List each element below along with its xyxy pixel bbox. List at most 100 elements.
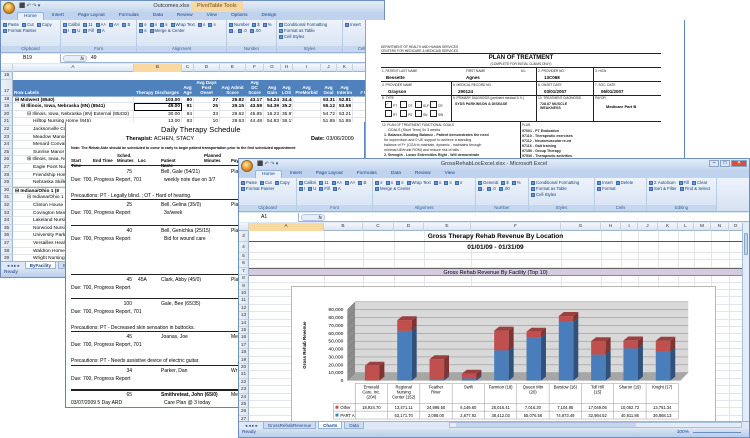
format-painter-button[interactable]: Format Painter — [3, 28, 36, 33]
tab-review[interactable]: Review — [409, 170, 437, 178]
select-all-corner[interactable] — [239, 223, 249, 231]
column-header-C[interactable]: C — [363, 223, 394, 231]
minimize-button[interactable]: – — [709, 160, 719, 167]
column-header-G[interactable]: G — [561, 223, 601, 231]
row-header[interactable]: 32 — [1, 202, 13, 210]
pivot-value-cell[interactable]: 16.23 — [264, 110, 281, 119]
pivot-value-cell[interactable]: 25 — [194, 103, 220, 111]
wrap-text-button[interactable]: Wrap Text — [406, 180, 431, 185]
format-painter-button[interactable]: Format Painter — [241, 186, 274, 191]
row-header[interactable]: 19 — [1, 103, 13, 111]
row-header[interactable]: 29 — [1, 179, 13, 187]
autosum-button[interactable]: Σ AutoSum — [649, 180, 676, 185]
pivot-value-cell[interactable]: 34.44 — [281, 95, 293, 104]
tab-data[interactable]: Data — [385, 170, 407, 178]
pivot-column-header[interactable]: Avg Age — [182, 79, 194, 96]
column-header-N[interactable]: N — [711, 223, 729, 231]
row-header[interactable]: 26 — [239, 408, 249, 416]
item-button[interactable]: , — [478, 186, 484, 191]
tab-formulas[interactable]: Formulas — [351, 170, 383, 178]
type-checkbox-rt[interactable] — [385, 110, 392, 117]
column-header-B[interactable]: B — [324, 223, 363, 231]
pivot-value-cell[interactable]: 29.15 — [220, 103, 246, 111]
item-button[interactable]: ≡ — [385, 180, 393, 185]
row-header[interactable]: 27 — [1, 164, 13, 172]
row-header[interactable]: 14 — [239, 319, 249, 327]
pivot-value-cell[interactable]: 27 — [194, 95, 220, 104]
column-header-B[interactable]: B — [134, 64, 182, 72]
format-button[interactable]: Format — [597, 186, 616, 191]
horizontal-scrollbar[interactable] — [449, 422, 742, 428]
column-header-H[interactable]: H — [601, 223, 621, 231]
column-header-L[interactable]: L — [678, 223, 694, 231]
pivot-column-header[interactable]: Row Labels — [13, 79, 134, 96]
row-header[interactable]: 33 — [1, 209, 13, 218]
item-button[interactable]: ≡ — [139, 28, 147, 33]
column-header-K[interactable]: K — [658, 223, 678, 231]
row-header[interactable]: 35 — [1, 224, 13, 233]
pivot-value-cell[interactable]: 30.00 — [134, 110, 182, 119]
row-header[interactable]: 21 — [1, 118, 13, 126]
row-header[interactable]: 23 — [239, 386, 249, 394]
fx-icon[interactable]: fx — [301, 214, 325, 221]
item-button[interactable]: ≡ — [160, 22, 168, 27]
office-button[interactable] — [3, 2, 15, 14]
pivot-value-cell[interactable]: 29.62 — [220, 110, 246, 119]
pivot-value-cell[interactable] — [293, 110, 321, 119]
copy-button[interactable]: Copy — [274, 180, 290, 185]
type-checkbox-cr[interactable] — [430, 101, 437, 108]
item-button[interactable]: ≡ — [454, 180, 462, 185]
pivot-column-header[interactable]: Avg Interim — [337, 79, 353, 96]
pivot-value-cell[interactable]: 49.00 — [134, 103, 182, 111]
item-button[interactable]: , — [229, 28, 235, 33]
type-checkbox-sn[interactable] — [415, 110, 422, 117]
quick-access-toolbar[interactable]: ⬛ ↶ ↷ ▾ — [257, 161, 278, 167]
tab-insert[interactable]: Insert — [284, 170, 308, 178]
type-checkbox-ps[interactable] — [400, 110, 407, 117]
item-button[interactable]: ≡ — [139, 22, 147, 27]
sheet-tab-data[interactable]: Data — [344, 422, 364, 429]
row-header[interactable]: 17 — [239, 341, 249, 350]
u-button[interactable]: U — [72, 28, 80, 33]
row-header[interactable]: 10 — [239, 290, 249, 298]
row-header[interactable]: 3 — [239, 231, 249, 242]
wrap-text-button[interactable]: Wrap Text — [170, 22, 195, 27]
tab-review[interactable]: Review — [171, 12, 199, 20]
patient-name[interactable]: Bell, Genichka (25/15) — [161, 228, 210, 234]
sheet-nav-arrows[interactable]: ◂ ◂ ▸ ▸ — [4, 262, 23, 269]
type-checkbox-sw[interactable] — [430, 110, 437, 117]
patient-name[interactable]: Clark, Abby (45/0) — [161, 277, 201, 283]
row-header[interactable]: 18 — [1, 95, 13, 104]
insert-button[interactable]: Insert — [345, 22, 361, 27]
pivot-column-header[interactable]: Avg DC Score — [246, 79, 264, 96]
row-header[interactable]: 34 — [1, 217, 13, 225]
clear-button[interactable]: Clear — [692, 180, 707, 185]
column-header-G[interactable]: G — [264, 64, 281, 72]
pivot-value-cell[interactable]: 43.58 — [246, 103, 264, 111]
row-header[interactable]: 13 — [239, 312, 249, 320]
0-button[interactable]: .0 — [238, 28, 247, 33]
pivot-column-header[interactable]: Avg Gain — [264, 79, 281, 96]
find-select-button[interactable]: Find & Select — [679, 186, 710, 191]
office-button[interactable] — [241, 160, 253, 172]
tab-home[interactable]: Home — [17, 12, 44, 20]
column-header-F[interactable]: F — [471, 223, 561, 231]
pivot-column-header[interactable]: Avg PreMorbid — [293, 79, 321, 96]
row-header[interactable]: 17 — [1, 79, 13, 96]
column-header-F[interactable]: F — [246, 64, 264, 72]
sort-filter-button[interactable]: Sort & Filter — [649, 186, 677, 191]
item-button[interactable]: ≡ — [433, 180, 441, 185]
sheet-tab-charts[interactable]: Charts — [318, 422, 343, 429]
vertical-scrollbar[interactable] — [742, 223, 749, 421]
a-button[interactable]: A˄ — [95, 22, 106, 27]
name-box[interactable]: A1 — [239, 213, 299, 222]
item-button[interactable]: % — [511, 180, 521, 185]
pivot-value-cell[interactable]: 33 — [194, 110, 220, 119]
item-button[interactable]: $ — [252, 22, 260, 27]
pivot-column-header[interactable]: Avg Days Post Onset — [194, 79, 220, 96]
row-header[interactable]: 36 — [1, 232, 13, 240]
tab-page-layout[interactable]: Page Layout — [72, 12, 111, 20]
column-header-A[interactable]: A — [249, 223, 324, 231]
merge-center-button[interactable]: Merge & Center — [375, 186, 410, 191]
format-as-table-button[interactable]: Format as Table — [531, 186, 567, 191]
